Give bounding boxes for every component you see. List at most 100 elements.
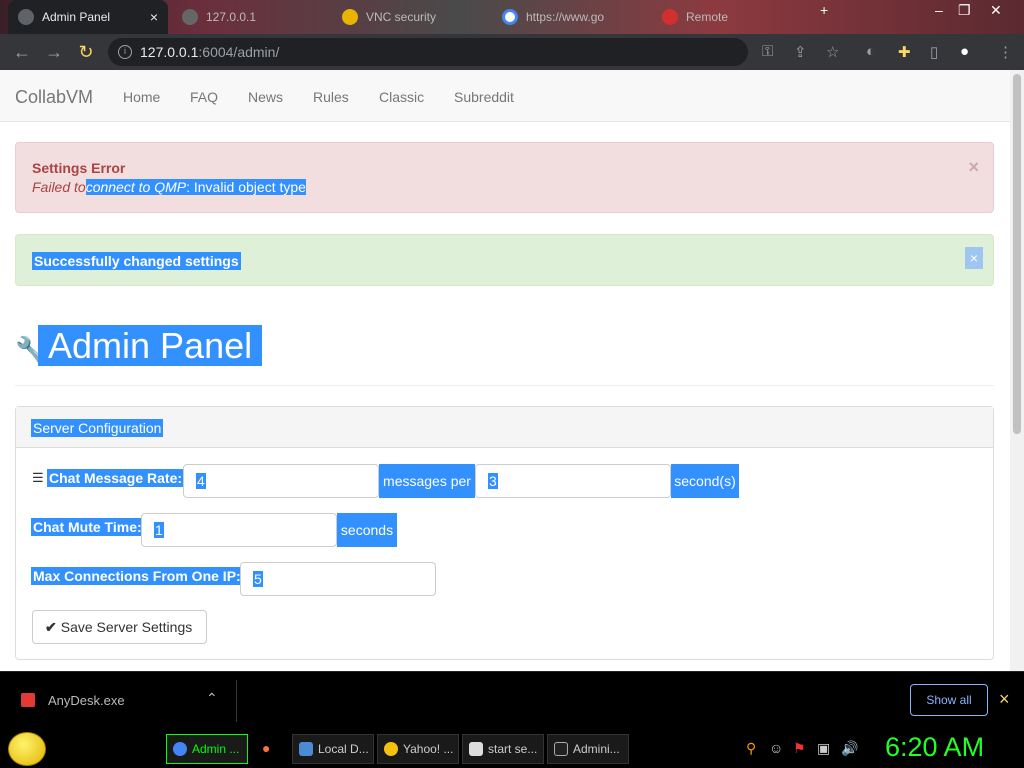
forward-arrow-icon[interactable]: → <box>38 42 70 63</box>
error-message: Failed to connect to QMP : Invalid objec… <box>32 179 306 195</box>
restore-icon[interactable]: ❐ <box>958 2 971 19</box>
tab-admin-panel[interactable]: Admin Panel × <box>8 0 168 34</box>
page-scrollbar[interactable] <box>1010 70 1024 671</box>
page-title: Admin Panel <box>38 325 263 366</box>
error-prefix: Failed to <box>32 179 86 195</box>
error-title: Settings Error <box>32 160 126 176</box>
flag-extension-icon[interactable]: ◐ <box>866 43 875 60</box>
mute-time-input[interactable]: 1 <box>141 513 337 547</box>
tab-title: VNC security <box>366 10 437 24</box>
back-arrow-icon[interactable]: ← <box>6 42 38 63</box>
key-icon[interactable]: ⚿ <box>762 43 773 60</box>
reload-icon[interactable]: ↻ <box>70 42 102 63</box>
download-filename[interactable]: AnyDesk.exe <box>48 693 125 708</box>
minimize-icon[interactable]: – <box>935 2 943 18</box>
mute-time-label: Chat Mute Time: <box>31 518 144 536</box>
address-bar[interactable]: i 127.0.0.1 :6004/admin/ <box>108 38 748 66</box>
input-value: 1 <box>154 522 164 538</box>
download-bar: AnyDesk.exe ⌃ Show all × <box>0 671 1024 730</box>
tab-title: https://www.go <box>526 10 605 24</box>
show-all-button[interactable]: Show all <box>910 684 988 716</box>
scrollbar-thumb[interactable] <box>1013 74 1021 434</box>
input-value: 4 <box>196 473 206 489</box>
nav-subreddit[interactable]: Subreddit <box>454 89 514 105</box>
task-start-se[interactable]: start se... <box>462 734 544 764</box>
share-icon[interactable]: ⇪ <box>794 43 807 61</box>
nav-faq[interactable]: FAQ <box>190 89 218 105</box>
window-close-icon[interactable]: ✕ <box>990 2 1002 19</box>
site-icon <box>342 9 358 25</box>
network-icon[interactable]: ▣ <box>817 740 830 757</box>
max-connections-input[interactable]: 5 <box>240 562 436 596</box>
settings-error-alert: Settings Error Failed to connect to QMP … <box>15 142 994 213</box>
close-icon[interactable]: × <box>999 689 1010 710</box>
close-icon[interactable]: × <box>965 247 983 269</box>
error-detail: : Invalid object type <box>186 179 306 195</box>
task-label: Admini... <box>573 742 620 756</box>
seconds-addon: second(s) <box>671 464 739 498</box>
volume-icon[interactable]: 🔊 <box>841 740 858 757</box>
messenger-icon[interactable]: ☺ <box>769 740 783 756</box>
tab-remote[interactable]: Remote <box>652 0 802 34</box>
page-viewport: CollabVM Home FAQ News Rules Classic Sub… <box>0 70 1010 671</box>
task-chrome-admin[interactable]: Admin ... <box>166 734 248 764</box>
task-label: Admin ... <box>192 742 240 756</box>
nav-classic[interactable]: Classic <box>379 89 424 105</box>
input-value: 3 <box>488 473 498 489</box>
site-info-icon[interactable]: i <box>118 45 132 59</box>
nav-rules[interactable]: Rules <box>313 89 349 105</box>
task-admin-cmd[interactable]: Admini... <box>547 734 629 764</box>
window-icon <box>469 742 483 756</box>
tab-vnc-security[interactable]: VNC security <box>332 0 482 34</box>
site-brand[interactable]: CollabVM <box>15 87 93 108</box>
chevron-up-icon[interactable]: ⌃ <box>206 690 218 707</box>
success-message: Successfully changed settings <box>32 252 241 270</box>
chat-rate-label: Chat Message Rate: <box>47 469 185 487</box>
nav-news[interactable]: News <box>248 89 283 105</box>
flag-icon[interactable]: ⚑ <box>793 740 806 757</box>
menu-kebab-icon[interactable]: ⋮ <box>998 43 1013 61</box>
panel-header: Server Configuration <box>16 407 993 448</box>
tab-google[interactable]: https://www.go <box>492 0 642 34</box>
save-server-settings-button[interactable]: ✔ Save Server Settings <box>32 610 207 644</box>
google-icon <box>502 9 518 25</box>
bookmark-star-icon[interactable]: ☆ <box>826 43 839 61</box>
close-tab-icon[interactable]: × <box>150 9 158 25</box>
chat-rate-seconds-input[interactable]: 3 <box>475 464 671 498</box>
side-panel-icon[interactable]: ▯ <box>930 43 938 61</box>
os-taskbar: Admin ... ● Local D... Yahoo! ... start … <box>0 730 1024 768</box>
anydesk-icon <box>21 693 35 707</box>
tab-title: 127.0.0.1 <box>206 10 257 24</box>
checkmark-icon: ✔ <box>45 618 57 635</box>
search-icon[interactable]: ⚲ <box>746 740 756 757</box>
firefox-icon[interactable]: ● <box>262 740 270 756</box>
input-value: 5 <box>253 571 263 587</box>
tab-title: Remote <box>686 10 729 24</box>
mute-seconds-addon: seconds <box>337 513 397 547</box>
divider <box>15 385 994 386</box>
new-tab-icon[interactable]: + <box>820 2 828 18</box>
chrome-icon <box>173 742 187 756</box>
profile-avatar-icon[interactable]: ● <box>960 43 969 60</box>
task-yahoo[interactable]: Yahoo! ... <box>377 734 459 764</box>
globe-icon <box>18 9 34 25</box>
extensions-puzzle-icon[interactable]: ✚ <box>898 43 911 61</box>
tab-localhost[interactable]: 127.0.0.1 <box>172 0 322 34</box>
globe-icon <box>182 9 198 25</box>
system-clock[interactable]: 6:20 AM <box>885 732 984 763</box>
url-path: :6004/admin/ <box>198 44 280 60</box>
task-label: Yahoo! ... <box>403 742 454 756</box>
task-local-disk[interactable]: Local D... <box>292 734 374 764</box>
smiley-icon <box>384 742 398 756</box>
messages-per-addon: messages per <box>379 464 475 498</box>
task-label: Local D... <box>318 742 369 756</box>
list-icon: ☰ <box>32 470 44 485</box>
close-icon[interactable]: × <box>968 157 979 178</box>
start-button-smiley-icon[interactable] <box>8 732 46 766</box>
browser-tab-strip: Admin Panel × 127.0.0.1 VNC security htt… <box>0 0 1024 34</box>
console-icon <box>554 742 568 756</box>
url-host: 127.0.0.1 <box>140 44 199 60</box>
anydesk-icon <box>662 9 678 25</box>
nav-home[interactable]: Home <box>123 89 160 105</box>
chat-rate-messages-input[interactable]: 4 <box>183 464 379 498</box>
